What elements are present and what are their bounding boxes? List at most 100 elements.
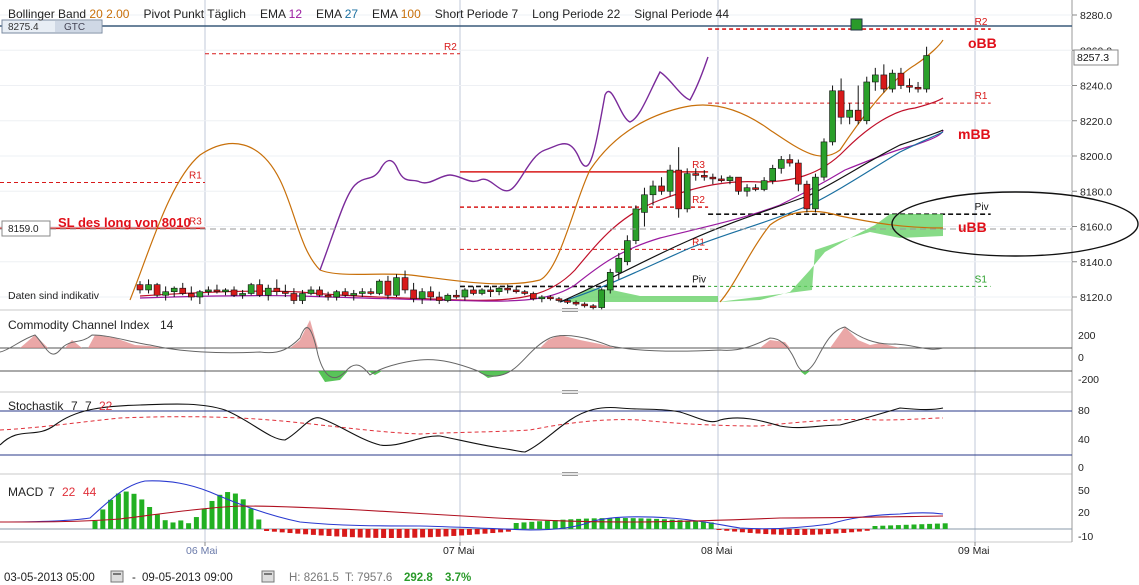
- macd-bar: [240, 499, 246, 529]
- macd-bar: [685, 520, 691, 529]
- macd-bar: [225, 492, 231, 529]
- range-end: 09-05-2013 09:00: [142, 572, 233, 584]
- candle: [812, 173, 819, 213]
- legend-param: 27: [345, 7, 359, 21]
- legend-name: Signal Periode: [634, 7, 715, 21]
- macd-bar: [264, 529, 270, 531]
- macd-bar: [911, 524, 917, 529]
- calendar-start-icon[interactable]: [110, 570, 124, 583]
- pivot-label-r1: R1: [975, 91, 988, 102]
- macd-bar: [786, 529, 792, 535]
- obb-label: oBB: [968, 35, 997, 51]
- pivot-label-r3: R3: [692, 160, 705, 171]
- macd-bar: [466, 529, 472, 535]
- macd-bar: [841, 529, 847, 533]
- macd-bar: [849, 529, 855, 533]
- macd-bar: [927, 523, 933, 529]
- legend-param: 2.00: [106, 7, 130, 21]
- macd-bar: [529, 521, 535, 529]
- macd-bar: [303, 529, 309, 535]
- macd-bar: [864, 529, 870, 531]
- legend-item: EMA 12: [260, 7, 302, 21]
- cci-period: 14: [160, 318, 174, 332]
- candle: [803, 180, 811, 213]
- price-tick-label: 8280.0: [1080, 10, 1112, 22]
- macd-bar: [747, 529, 753, 533]
- legend-param: 12: [289, 7, 303, 21]
- macd-bar: [498, 529, 504, 533]
- legend-param: 22: [607, 7, 621, 21]
- time-label-08: 08 Mai: [701, 545, 733, 557]
- indicative-notice: Daten sind indikativ: [8, 290, 100, 302]
- time-label-09: 09 Mai: [958, 545, 990, 557]
- price-tick-label: 8160.0: [1080, 222, 1112, 234]
- macd-bar: [607, 518, 613, 529]
- candle: [393, 274, 400, 297]
- macd-bar: [638, 518, 644, 529]
- price-tick-label: 8180.0: [1080, 186, 1112, 198]
- macd-bar: [622, 518, 628, 529]
- pivot-label-piv: Piv: [692, 274, 706, 285]
- macd-bar: [357, 529, 363, 538]
- macd-bar: [100, 509, 106, 529]
- ubb-label: uBB: [958, 219, 987, 235]
- legend-name: Bollinger Band: [8, 7, 89, 21]
- pivot-label-s1: S1: [975, 274, 988, 285]
- macd-bar: [700, 521, 706, 529]
- legend-param: 7: [511, 7, 518, 21]
- macd-bar: [825, 529, 831, 535]
- macd-bar: [537, 521, 543, 529]
- macd-bar: [856, 529, 862, 532]
- macd-bar: [802, 529, 808, 535]
- macd-bar: [349, 529, 355, 538]
- current-price-marker: 8257.3: [1073, 49, 1119, 66]
- macd-bar: [474, 529, 480, 535]
- svg-text:8159.0: 8159.0: [8, 224, 39, 235]
- svg-text:-10: -10: [1078, 531, 1093, 543]
- macd-bar: [778, 529, 784, 535]
- legend-name: Pivot Punkt: [143, 7, 207, 21]
- legend-item: EMA 100: [372, 7, 421, 21]
- svg-text:0: 0: [1078, 462, 1084, 474]
- macd-signal: 44: [83, 485, 97, 499]
- macd-fast: 7: [48, 485, 55, 499]
- candle: [376, 279, 383, 296]
- order-price: 8275.4: [8, 22, 39, 33]
- legend-param: 44: [716, 7, 730, 21]
- macd-bar: [817, 529, 823, 535]
- macd-bar: [412, 529, 418, 538]
- macd-bar: [732, 529, 738, 532]
- macd-bar: [154, 514, 160, 529]
- macd-bar: [209, 500, 215, 529]
- macd-bar: [544, 520, 550, 529]
- macd-bar: [178, 520, 184, 529]
- svg-text:-200: -200: [1078, 374, 1099, 386]
- macd-bar: [256, 519, 262, 529]
- macd-bar: [888, 525, 894, 529]
- macd-bar: [248, 508, 254, 529]
- svg-text:40: 40: [1078, 434, 1090, 446]
- macd-bar: [794, 529, 800, 535]
- candle: [598, 288, 606, 310]
- macd-bar: [427, 529, 433, 538]
- candle: [153, 282, 161, 297]
- candle: [820, 138, 828, 181]
- legend-name: Long Periode: [532, 7, 607, 21]
- legend-name: Short Periode: [435, 7, 512, 21]
- calendar-end-icon[interactable]: [261, 570, 275, 583]
- svg-text:-: -: [132, 572, 136, 584]
- svg-text:80: 80: [1078, 405, 1090, 417]
- macd-bar: [193, 517, 199, 529]
- macd-bar: [763, 529, 769, 535]
- macd-bar: [342, 529, 348, 537]
- macd-bar: [365, 529, 371, 538]
- macd-bar: [490, 529, 496, 534]
- macd-bar: [693, 521, 699, 529]
- svg-text:8257.3: 8257.3: [1077, 52, 1109, 64]
- candle: [683, 168, 691, 213]
- macd-bar: [771, 529, 777, 535]
- macd-bar: [661, 519, 667, 529]
- legend-item: Pivot Punkt Täglich: [143, 7, 246, 21]
- trading-chart[interactable]: R3R2R1R3R2R1PivR2R1PivS1 8280.08260.0824…: [0, 0, 1139, 585]
- macd-bar: [451, 529, 457, 536]
